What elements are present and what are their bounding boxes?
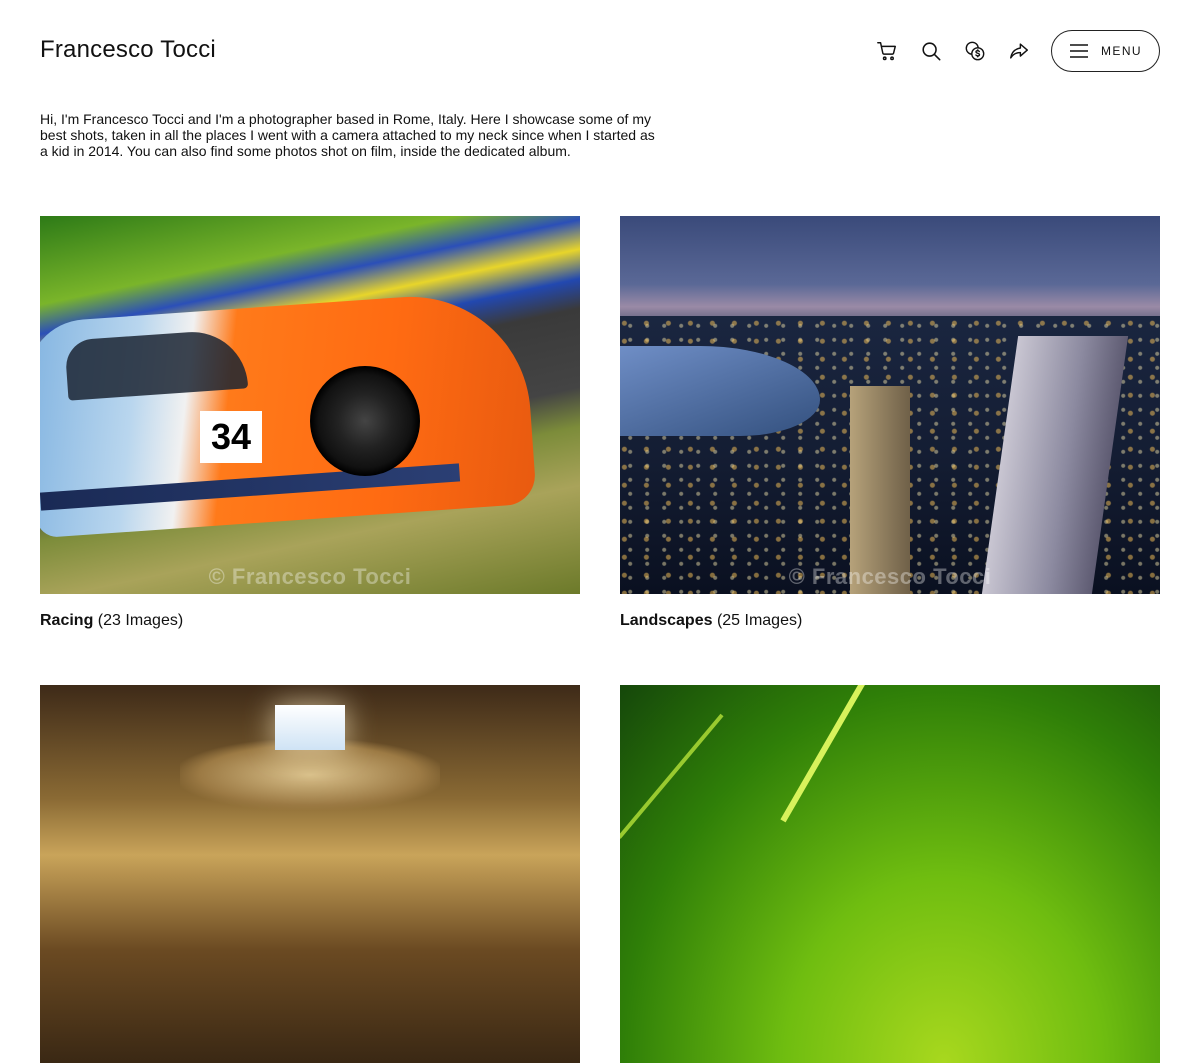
album-count: (23 Images) [97,612,184,629]
watermark: © Francesco Tocci [788,564,992,589]
album-thumbnail-church[interactable] [40,685,580,1063]
building [850,386,910,594]
album-thumbnail-racing[interactable]: 34 © Francesco Tocci [40,216,580,594]
car-number: 34 [200,411,262,463]
search-icon[interactable] [909,30,953,72]
album-name: Landscapes [620,612,713,629]
album-thumbnail-landscapes[interactable]: © Francesco Tocci [620,216,1160,594]
site-title[interactable]: Francesco Tocci [40,36,216,64]
album-card-4[interactable] [620,685,1160,1063]
album-card-landscapes[interactable]: © Francesco Tocci Landscapes (25 Images) [620,216,1160,630]
album-card-racing[interactable]: 34 © Francesco Tocci Racing (23 Images) [40,216,580,630]
cart-icon[interactable] [865,30,909,72]
album-caption[interactable]: Racing (23 Images) [40,612,580,630]
album-count: (25 Images) [716,612,803,629]
leaf-vein [780,685,876,823]
currency-icon[interactable] [953,30,997,72]
intro-text: Hi, I'm Francesco Tocci and I'm a photog… [40,111,655,159]
watermark: © Francesco Tocci [208,564,412,589]
album-caption[interactable]: Landscapes (25 Images) [620,612,1160,630]
car-wheel [310,366,420,476]
album-name: Racing [40,612,94,629]
toolbar: MENU [865,30,1160,72]
menu-label: MENU [1101,44,1142,58]
site-header: Francesco Tocci MENU [0,0,1200,100]
car-window [64,328,249,401]
leaf-vein [620,713,724,839]
share-icon[interactable] [997,30,1041,72]
menu-button[interactable]: MENU [1051,30,1160,72]
album-card-3[interactable] [40,685,580,1063]
album-thumbnail-leaf[interactable] [620,685,1160,1063]
skylight [275,705,345,750]
hamburger-icon [1070,44,1089,58]
